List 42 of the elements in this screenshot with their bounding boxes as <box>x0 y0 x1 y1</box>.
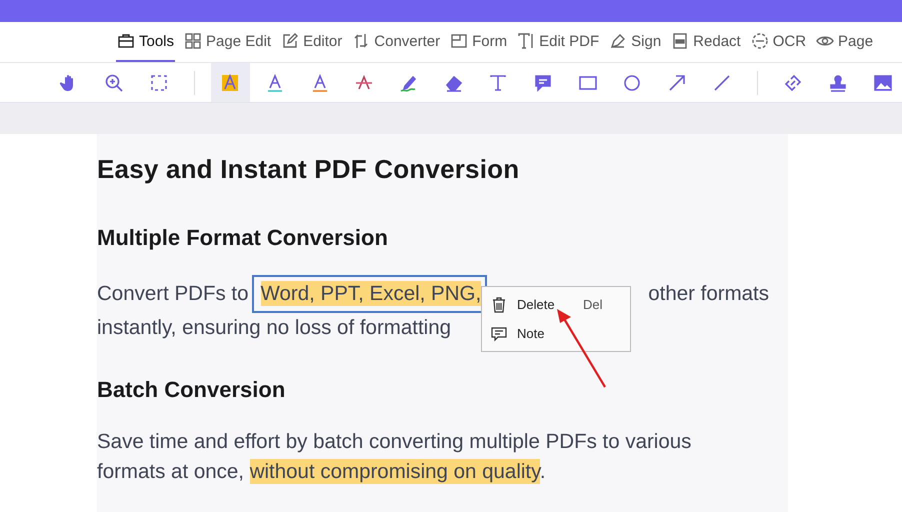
link-icon <box>783 72 804 92</box>
select-icon <box>148 72 169 92</box>
grid-icon <box>184 32 202 50</box>
ocr-icon <box>750 32 769 50</box>
underline-icon <box>265 72 285 92</box>
body-text: Convert PDFs to <box>97 281 249 307</box>
tab[interactable]: Page Edit <box>183 22 272 62</box>
tab[interactable]: Editor <box>280 22 344 62</box>
image-icon <box>872 72 893 92</box>
tab[interactable]: Edit PDF <box>516 22 600 62</box>
body-text: instantly, ensuring no loss of formatting <box>97 315 451 341</box>
trash-icon <box>491 296 507 312</box>
form-icon <box>450 32 468 50</box>
pen-icon <box>609 32 628 50</box>
tab[interactable]: Page <box>815 22 874 62</box>
section-heading: Batch Conversion <box>97 377 286 403</box>
convert-icon <box>352 32 370 50</box>
note-icon <box>491 326 507 342</box>
textcursor-icon <box>517 32 536 50</box>
zoom-icon <box>104 72 124 92</box>
comment-icon <box>533 72 554 92</box>
highlight-icon <box>220 72 240 92</box>
edit-icon <box>281 32 300 50</box>
menu-item[interactable]: Note <box>482 319 630 348</box>
tab[interactable]: OCR <box>750 22 808 62</box>
toolbox-icon <box>117 32 135 50</box>
redact-icon <box>671 32 690 50</box>
tab[interactable]: Form <box>449 22 508 62</box>
line-icon <box>712 72 732 92</box>
section-heading: Multiple Format Conversion <box>97 225 388 251</box>
tab[interactable]: Sign <box>608 22 662 62</box>
highlight-tool[interactable] <box>211 63 250 102</box>
tab[interactable]: Tools <box>116 22 176 62</box>
strike-icon <box>354 72 374 92</box>
text-icon <box>488 72 508 92</box>
arrow-icon <box>667 72 688 92</box>
document-title: Easy and Instant PDF Conversion <box>97 153 520 185</box>
tab[interactable]: Converter <box>351 22 442 62</box>
body-text: other formats <box>648 281 769 307</box>
stamp-icon <box>828 72 848 92</box>
tab[interactable]: Redact <box>670 22 742 62</box>
circle-icon <box>622 72 642 92</box>
